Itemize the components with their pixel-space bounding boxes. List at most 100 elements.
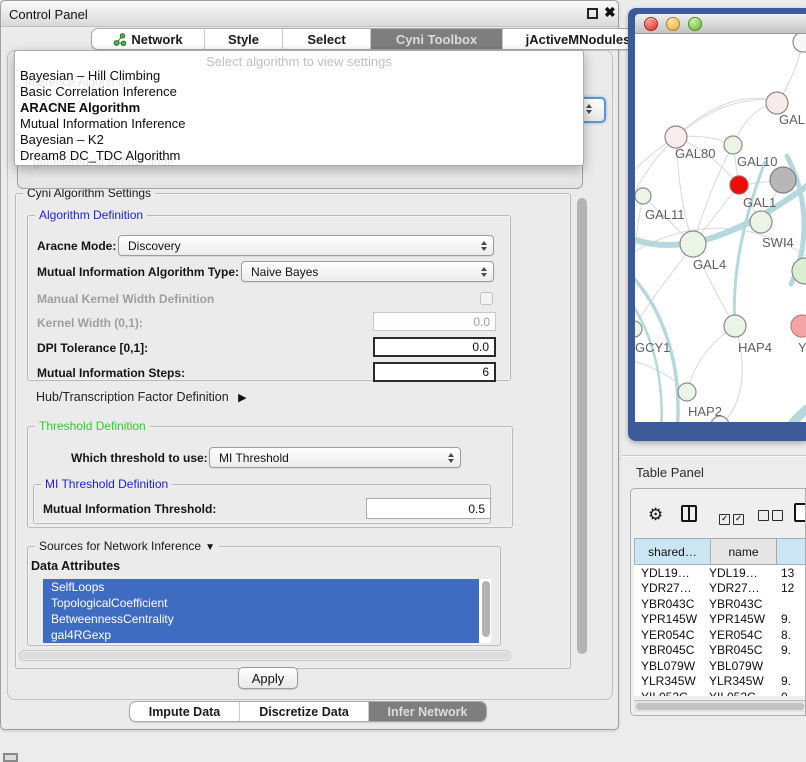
manual-kernel-checkbox[interactable] — [480, 292, 493, 305]
algorithm-option[interactable]: Dream8 DC_TDC Algorithm — [20, 148, 560, 164]
which-threshold-combobox[interactable]: MI Threshold — [209, 447, 461, 468]
node-label: SWI4 — [762, 235, 794, 250]
close-icon[interactable]: ✖ — [604, 4, 616, 21]
algorithm-option-selected[interactable]: ARACNE Algorithm — [20, 100, 560, 116]
network-node[interactable] — [635, 188, 651, 204]
mi-threshold-field[interactable]: 0.5 — [366, 498, 491, 519]
network-node[interactable] — [793, 34, 806, 52]
table-row[interactable]: YDR27… YDR27… 12 — [634, 581, 806, 597]
cell: YDL19… — [706, 566, 772, 580]
cell: 8. — [772, 628, 806, 642]
tab-label: Select — [307, 32, 345, 47]
close-traffic-light-icon[interactable] — [644, 17, 658, 31]
table-row[interactable]: YDL19… YDL19… 13 — [634, 565, 806, 581]
kernel-width-field[interactable]: 0.0 — [373, 312, 496, 331]
float-window-icon[interactable] — [587, 8, 598, 19]
table-row[interactable]: YER054C YER054C 8. — [634, 627, 806, 643]
tab-network[interactable]: Network — [92, 29, 205, 49]
node-label: GAL10 — [737, 154, 777, 169]
network-node-labels: GAL GAL80 GAL10 GAL1 GAL11 SWI4 GAL4 GCY… — [635, 112, 806, 419]
network-canvas[interactable]: GAL GAL80 GAL10 GAL1 GAL11 SWI4 GAL4 GCY… — [635, 34, 806, 422]
network-node[interactable] — [791, 315, 806, 337]
tab-select[interactable]: Select — [283, 29, 371, 49]
group-title: Algorithm Definition — [35, 208, 147, 222]
node-label: GAL11 — [645, 207, 685, 222]
tab-label: Impute Data — [149, 705, 221, 719]
settings-vertical-scrollbar[interactable] — [577, 198, 587, 654]
spinner-arrows-icon — [481, 241, 493, 251]
network-node[interactable] — [678, 383, 696, 401]
network-node[interactable] — [635, 321, 642, 337]
attribute-item-selected[interactable]: gal4RGexp — [43, 627, 479, 643]
network-node[interactable] — [724, 315, 746, 337]
network-node[interactable] — [770, 167, 796, 193]
horizontal-scrollbar[interactable] — [19, 650, 511, 661]
column-header-name[interactable]: name — [711, 538, 777, 565]
select-all-checkboxes-icon[interactable]: ✓✓ — [719, 508, 744, 526]
network-node[interactable] — [665, 126, 687, 148]
attribute-item-selected[interactable]: TopologicalCoefficient — [43, 595, 479, 611]
which-threshold-label: Which threshold to use: — [71, 451, 208, 465]
table-row[interactable]: YBL079W YBL079W — [634, 658, 806, 674]
field-value: 0.0 — [473, 315, 490, 329]
mi-steps-field[interactable]: 6 — [373, 362, 496, 382]
network-graph: GAL GAL80 GAL10 GAL1 GAL11 SWI4 GAL4 GCY… — [635, 34, 806, 422]
mi-type-label: Mutual Information Algorithm Type: — [37, 265, 239, 279]
minimize-traffic-light-icon[interactable] — [666, 17, 680, 31]
network-node[interactable] — [680, 231, 706, 257]
mi-algorithm-type-combobox[interactable]: Naive Bayes — [241, 261, 494, 282]
algorithm-option[interactable]: Basic Correlation Inference — [20, 84, 560, 100]
tab-impute-data[interactable]: Impute Data — [130, 702, 240, 721]
table-row[interactable]: YBR043C YBR043C — [634, 596, 806, 612]
document-icon[interactable] — [794, 503, 806, 522]
network-view-window[interactable]: GAL GAL80 GAL10 GAL1 GAL11 SWI4 GAL4 GCY… — [628, 8, 806, 441]
cell: YIL052C — [706, 690, 772, 696]
aracne-mode-label: Aracne Mode: — [37, 239, 116, 253]
tab-discretize-data[interactable]: Discretize Data — [240, 702, 369, 721]
gear-icon[interactable]: ⚙ — [648, 506, 663, 523]
cell: YBL079W — [706, 659, 772, 673]
field-value: 0.5 — [468, 502, 485, 516]
table-row[interactable]: YIL052C YIL052C 0. — [634, 689, 806, 696]
cell: YBR045C — [706, 643, 772, 657]
zoom-traffic-light-icon[interactable] — [688, 17, 702, 31]
algorithm-option[interactable]: Bayesian – K2 — [20, 132, 560, 148]
group-title: MI Threshold Definition — [41, 477, 172, 491]
expand-right-icon: ▶ — [238, 391, 246, 404]
table-horizontal-scrollbar[interactable] — [634, 700, 806, 712]
column-header-shared[interactable]: shared… — [634, 538, 711, 565]
attribute-item-selected[interactable]: BetweennessCentrality — [43, 611, 479, 627]
deselect-all-checkboxes-icon[interactable] — [758, 508, 783, 526]
algorithm-option[interactable]: Mutual Information Inference — [20, 116, 560, 132]
table-row[interactable]: YBR045C YBR045C 9. — [634, 643, 806, 659]
table-panel-title: Table Panel — [636, 465, 704, 480]
cell: YDR27… — [634, 581, 706, 595]
dpi-tolerance-field[interactable]: 0.0 — [373, 337, 496, 357]
control-panel-window: Control Panel ✖ Network Style Select — [0, 0, 619, 730]
columns-icon[interactable] — [681, 505, 697, 522]
collapse-down-icon[interactable]: ▼ — [205, 542, 215, 553]
manual-kernel-label: Manual Kernel Width Definition — [37, 292, 214, 306]
column-header-cut[interactable] — [777, 538, 806, 565]
tab-infer-network[interactable]: Infer Network — [369, 702, 486, 721]
cell: YIL052C — [634, 690, 706, 696]
network-node[interactable] — [750, 211, 772, 233]
table-panel-window: ⚙ ✓✓ shared… name YDL19… YDL19… 13 YDR27… — [630, 488, 806, 716]
table-row[interactable]: YPR145W YPR145W 9. — [634, 612, 806, 628]
tab-cyni-toolbox[interactable]: Cyni Toolbox — [371, 29, 503, 49]
list-vertical-scrollbar[interactable] — [482, 581, 490, 637]
partial-icon[interactable] — [3, 753, 18, 762]
aracne-mode-combobox[interactable]: Discovery — [118, 235, 494, 256]
apply-button[interactable]: Apply — [238, 667, 298, 689]
network-node-selected[interactable] — [730, 176, 748, 194]
hub-definition-expander[interactable]: Hub/Transcription Factor Definition ▶ — [36, 390, 247, 404]
attribute-item-selected[interactable]: SelfLoops — [43, 579, 479, 595]
table-row[interactable]: YLR345W YLR345W 9. — [634, 674, 806, 690]
tab-label: Cyni Toolbox — [396, 32, 477, 47]
network-node[interactable] — [766, 92, 788, 114]
network-node[interactable] — [724, 136, 742, 154]
cell: YDR27… — [706, 581, 772, 595]
tab-style[interactable]: Style — [205, 29, 283, 49]
algorithm-option[interactable]: Bayesian – Hill Climbing — [20, 68, 560, 84]
sources-title: Sources for Network Inference — [39, 539, 201, 553]
